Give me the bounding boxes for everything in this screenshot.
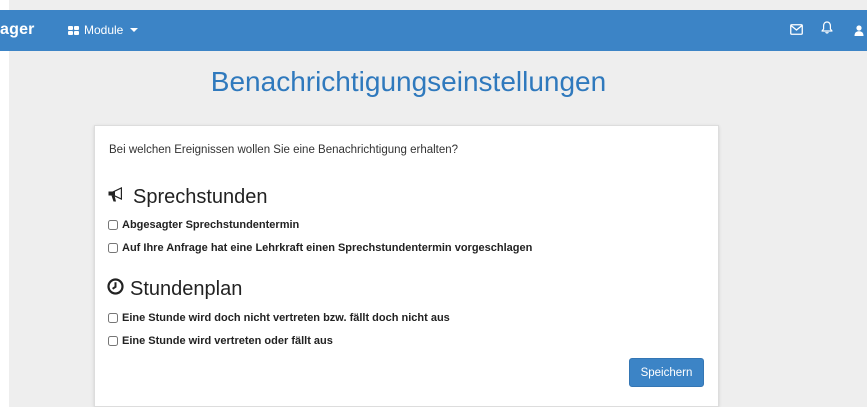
megaphone-icon: [107, 186, 127, 209]
intro-text: Bei welchen Ereignissen wollen Sie eine …: [109, 144, 459, 156]
checkbox-vertreten-oder-faellt-aus[interactable]: [108, 336, 118, 346]
caret-down-icon: [130, 28, 139, 32]
option-label: Eine Stunde wird vertreten oder fällt au…: [122, 335, 333, 347]
module-dropdown-label: Module: [84, 23, 124, 37]
option-label: Abgesagter Sprechstundentermin: [122, 219, 300, 231]
section-heading-stundenplan: Stundenplan: [107, 278, 242, 301]
checkbox-abgesagter-termin[interactable]: [108, 220, 118, 230]
module-dropdown[interactable]: Module: [68, 23, 139, 37]
user-icon[interactable]: [854, 23, 864, 41]
grid-icon: [68, 25, 79, 35]
envelope-icon[interactable]: [790, 22, 803, 40]
option-label: Auf Ihre Anfrage hat eine Lehrkraft eine…: [122, 242, 533, 254]
section-title: Sprechstunden: [133, 186, 268, 208]
notification-settings-card: Bei welchen Ereignissen wollen Sie eine …: [94, 125, 719, 407]
brand-name[interactable]: ager: [0, 21, 35, 39]
option-abgesagter-termin[interactable]: Abgesagter Sprechstundentermin: [108, 219, 299, 231]
checkbox-nicht-vertreten[interactable]: [108, 313, 118, 323]
clock-icon: [107, 278, 124, 301]
bell-icon[interactable]: [821, 21, 833, 39]
page-title: Benachrichtigungseinstellungen: [210, 66, 607, 97]
page-left-edge: [0, 0, 9, 407]
option-nicht-vertreten[interactable]: Eine Stunde wird doch nicht vertreten bz…: [108, 312, 450, 324]
option-termin-vorgeschlagen[interactable]: Auf Ihre Anfrage hat eine Lehrkraft eine…: [108, 242, 532, 254]
section-heading-sprechstunden: Sprechstunden: [107, 186, 268, 209]
option-vertreten-oder-faellt-aus[interactable]: Eine Stunde wird vertreten oder fällt au…: [108, 335, 333, 347]
save-button[interactable]: Speichern: [629, 358, 704, 387]
section-title: Stundenplan: [130, 278, 243, 300]
checkbox-termin-vorgeschlagen[interactable]: [108, 243, 118, 253]
option-label: Eine Stunde wird doch nicht vertreten bz…: [122, 312, 450, 324]
top-navbar: ager Module: [0, 10, 867, 51]
